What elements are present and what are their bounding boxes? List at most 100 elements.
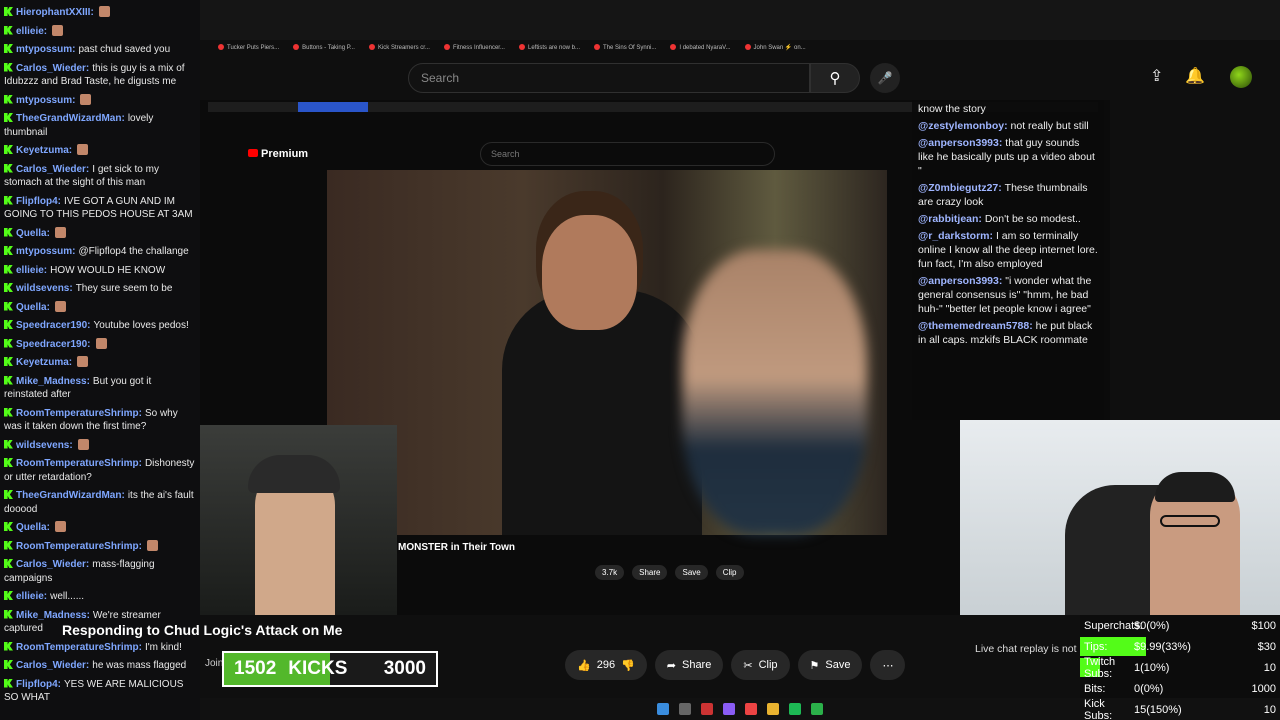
bookmark-item[interactable]: Leftists are now b...	[519, 44, 580, 51]
chat-username[interactable]: wildsevens:	[16, 440, 73, 451]
bookmark-item[interactable]: John Swan ⚡ on...	[745, 44, 806, 51]
kick-badge-icon	[4, 145, 13, 154]
live-chat-user: @rabbitjean:	[918, 213, 985, 225]
bookmark-item[interactable]: Kick Streamers cr...	[369, 44, 430, 51]
chat-message: ellieie: HOW WOULD HE KNOW	[4, 264, 196, 278]
chat-username[interactable]: RoomTemperatureShrimp:	[16, 642, 142, 653]
chat-username[interactable]: mtypossum:	[16, 44, 75, 55]
sub-goal-row: Tips: $9.99(33%) $30	[1080, 636, 1280, 657]
live-chat-user: @anperson3993:	[918, 137, 1006, 149]
bookmark-item[interactable]: Buttons - Taking P...	[293, 44, 355, 51]
chat-username[interactable]: TheeGrandWizardMan:	[16, 490, 125, 501]
sub-goal-value: $0(0%)	[1134, 619, 1170, 632]
chat-username[interactable]: wildsevens:	[16, 283, 73, 294]
chat-username[interactable]: RoomTemperatureShrimp:	[16, 458, 142, 469]
app-icon[interactable]	[701, 703, 713, 715]
search-input[interactable]: Search	[408, 63, 810, 93]
embedded-active-tab	[298, 102, 368, 112]
video-title: Responding to Chud Logic's Attack on Me	[62, 622, 343, 638]
like-count: 296	[596, 659, 616, 671]
clip-button[interactable]: ✂ Clip	[731, 650, 790, 680]
bookmark-item[interactable]: Tucker Puts Piers...	[218, 44, 279, 51]
browser-tab-bar[interactable]	[200, 0, 1280, 40]
chat-username[interactable]: mtypossum:	[16, 246, 75, 257]
live-chat-user: @zestylemonboy:	[918, 120, 1011, 132]
live-chat-message: @Z0mbiegutz27: These thumbnails are craz…	[918, 181, 1098, 209]
voice-search-button[interactable]: 🎤	[870, 63, 900, 93]
chat-username[interactable]: Quella:	[16, 302, 50, 313]
emote-icon	[95, 337, 107, 349]
avatar[interactable]	[1230, 66, 1252, 88]
chat-username[interactable]: Speedracer190:	[16, 339, 91, 350]
chat-message: Carlos_Wieder: he was mass flagged	[4, 659, 196, 673]
sub-goal-target: 10	[1263, 703, 1276, 716]
chat-username[interactable]: Carlos_Wieder:	[16, 63, 89, 74]
kicks-label: KICKS	[288, 658, 348, 679]
app-icon-2[interactable]	[811, 703, 823, 715]
bell-icon[interactable]: 🔔	[1185, 66, 1205, 86]
chat-username[interactable]: Carlos_Wieder:	[16, 559, 89, 570]
chat-message: Quella:	[4, 521, 196, 535]
sub-goal-key: Kick Subs:	[1084, 697, 1113, 720]
chat-username[interactable]: Speedracer190:	[16, 320, 91, 331]
search-button[interactable]: ⚲	[810, 63, 860, 93]
chat-text: @Flipflop4 the challange	[78, 246, 189, 257]
search-icon: ⚲	[829, 70, 841, 87]
chat-username[interactable]: Mike_Madness:	[16, 610, 90, 621]
chat-username[interactable]: mtypossum:	[16, 95, 75, 106]
more-button[interactable]: ⋯	[870, 650, 906, 680]
chat-username[interactable]: Flipflop4:	[16, 679, 61, 690]
chat-username[interactable]: RoomTemperatureShrimp:	[16, 541, 142, 552]
chat-username[interactable]: Carlos_Wieder:	[16, 660, 89, 671]
chat-username[interactable]: Mike_Madness:	[16, 376, 90, 387]
embedded-search-input: Search	[480, 142, 775, 166]
chat-message: Keyetzuma:	[4, 356, 196, 370]
chat-username[interactable]: ellieie:	[16, 591, 47, 602]
chat-username[interactable]: Carlos_Wieder:	[16, 164, 89, 175]
sub-goal-row: Bits: 0(0%) 1000	[1080, 678, 1280, 699]
chat-username[interactable]: Flipflop4:	[16, 196, 61, 207]
bookmark-item[interactable]: The Sins Of Synni...	[594, 44, 656, 51]
folder-icon[interactable]	[767, 703, 779, 715]
bookmarks-bar[interactable]: Tucker Puts Piers... Buttons - Taking P..…	[200, 40, 1280, 54]
live-chat-message: @thememedream5788: he put black in all c…	[918, 319, 1098, 347]
chat-username[interactable]: Quella:	[16, 522, 50, 533]
chat-username[interactable]: ellieie:	[16, 26, 47, 37]
kick-badge-icon	[4, 522, 13, 531]
chat-message: Quella:	[4, 300, 196, 315]
chat-username[interactable]: Quella:	[16, 228, 50, 239]
bookmark-item[interactable]: I debated NyaraV...	[670, 44, 730, 51]
windows-start-icon[interactable]	[657, 703, 669, 715]
kick-badge-icon	[4, 163, 13, 173]
chat-message: ellieie: well......	[4, 590, 196, 604]
chat-username[interactable]: ellieie:	[16, 265, 47, 276]
live-chat-message: know the story	[918, 102, 1098, 116]
share-button[interactable]: ➦ Share	[654, 650, 724, 680]
bookmark-item[interactable]: Fitness Influencer...	[444, 44, 505, 51]
save-button[interactable]: ⚑ Save	[797, 650, 863, 680]
join-button[interactable]: Join	[205, 658, 223, 669]
browser-icon[interactable]	[745, 703, 757, 715]
live-chat-text: Don't be so modest..	[984, 213, 1081, 225]
like-button[interactable]: 👍 296 👎	[565, 650, 647, 680]
sub-goal-key: Tips:	[1084, 640, 1108, 653]
thumbs-down-icon[interactable]: 👎	[621, 659, 635, 672]
chat-message: Keyetzuma:	[4, 144, 196, 158]
search-taskbar-icon[interactable]	[679, 703, 691, 715]
live-chat-message: @anperson3993: "i wonder what the genera…	[918, 274, 1098, 316]
chat-message: ellieie:	[4, 24, 196, 39]
sub-goal-key: Twitch Subs:	[1084, 655, 1116, 680]
chat-username[interactable]: Keyetzuma:	[16, 145, 72, 156]
chat-text: I'm kind!	[144, 641, 182, 653]
chat-username[interactable]: RoomTemperatureShrimp:	[16, 408, 142, 419]
spotify-icon[interactable]	[789, 703, 801, 715]
chat-username[interactable]: Keyetzuma:	[16, 357, 72, 368]
embedded-video-title: MONSTER in Their Town	[398, 542, 516, 553]
upload-icon[interactable]: ⇪	[1150, 66, 1163, 86]
chat-message: Flipflop4: IVE GOT A GUN AND IM GOING TO …	[4, 195, 196, 222]
chat-username[interactable]: HierophantXXIII:	[16, 7, 94, 18]
blurred-figure	[682, 250, 867, 535]
discord-icon[interactable]	[723, 703, 735, 715]
sub-goal-row: Superchats: $0(0%) $100	[1080, 615, 1280, 636]
chat-username[interactable]: TheeGrandWizardMan:	[16, 113, 125, 124]
